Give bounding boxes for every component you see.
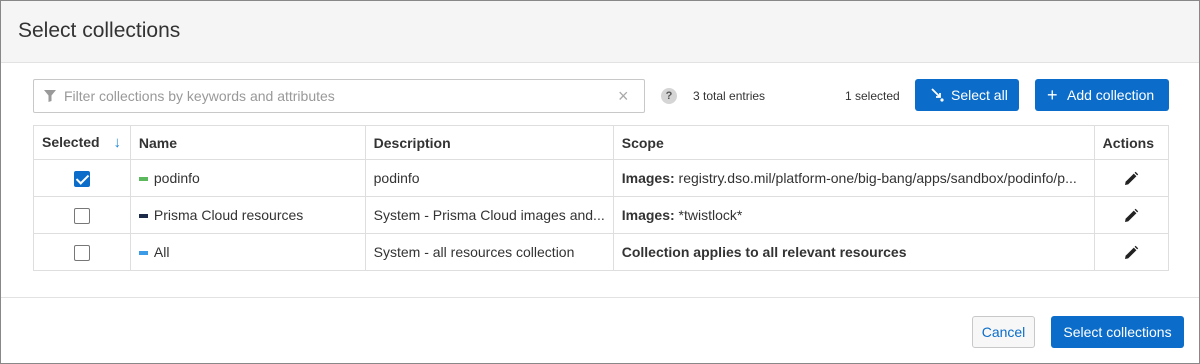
column-header-selected[interactable]: Selected ↓	[33, 125, 131, 160]
actions-cell	[1093, 196, 1170, 234]
collection-name: Prisma Cloud resources	[153, 207, 304, 223]
scope-value: registry.dso.mil/platform-one/big-bang/a…	[674, 170, 1077, 186]
arrow-down-icon: ↓	[113, 134, 121, 151]
column-header-actions: Actions	[1093, 125, 1170, 160]
column-header-description[interactable]: Description	[364, 125, 614, 160]
collection-color-chip	[138, 177, 148, 182]
select-all-label: Select all	[951, 87, 1008, 103]
total-entries-count: 3 total entries	[693, 89, 766, 103]
scope-value: Collection applies to all relevant resou…	[621, 244, 907, 260]
dialog-footer: Cancel Select collections	[1, 297, 1199, 363]
select-collections-dialog: Select collections × ? 3 total entries 1…	[0, 0, 1200, 364]
select-cursor-icon	[931, 88, 944, 102]
select-cell	[33, 196, 131, 234]
scope-value: *twistlock*	[674, 207, 743, 223]
select-collections-button[interactable]: Select collections	[1051, 316, 1184, 348]
row-checkbox[interactable]	[73, 244, 90, 261]
scope-cell: Collection applies to all relevant resou…	[612, 233, 1095, 271]
scope-cell: Images: registry.dso.mil/platform-one/bi…	[612, 159, 1095, 197]
collections-table: Selected ↓ Name Description Scope Action…	[33, 125, 1170, 271]
add-collection-button[interactable]: + Add collection	[1035, 79, 1169, 111]
help-icon[interactable]: ?	[661, 88, 677, 104]
collection-color-chip	[138, 214, 148, 219]
selected-count: 1 selected	[845, 89, 900, 103]
select-all-button[interactable]: Select all	[915, 79, 1019, 111]
select-cell	[33, 233, 131, 271]
description-cell: System - Prisma Cloud images and...	[364, 196, 614, 234]
scope-cell: Images: *twistlock*	[612, 196, 1095, 234]
header-selected-label: Selected	[42, 134, 100, 150]
collection-name: All	[153, 244, 170, 260]
actions-cell	[1093, 233, 1170, 271]
scope-label: Images:	[621, 170, 675, 186]
row-checkbox[interactable]	[73, 207, 90, 224]
name-cell: All	[129, 233, 366, 271]
actions-cell	[1093, 159, 1170, 197]
pencil-icon[interactable]	[1123, 171, 1139, 187]
filter-icon	[44, 90, 56, 102]
table-row[interactable]: All System - all resources collection Coll…	[33, 233, 1170, 271]
table-header-row: Selected ↓ Name Description Scope Action…	[33, 125, 1170, 160]
description-cell: System - all resources collection	[364, 233, 614, 271]
select-cell	[33, 159, 131, 197]
table-row[interactable]: Prisma Cloud resources System - Prisma Cl…	[33, 196, 1170, 234]
collection-color-chip	[138, 251, 148, 256]
collection-name: podinfo	[153, 170, 200, 186]
name-cell: Prisma Cloud resources	[129, 196, 366, 234]
dialog-title: Select collections	[18, 19, 181, 42]
filter-input[interactable]	[64, 80, 609, 112]
dialog-header: Select collections	[1, 1, 1199, 63]
row-checkbox[interactable]	[73, 170, 90, 187]
pencil-icon[interactable]	[1123, 245, 1139, 261]
name-cell: podinfo	[129, 159, 366, 197]
plus-icon: +	[1047, 85, 1058, 105]
column-header-scope[interactable]: Scope	[612, 125, 1095, 160]
column-header-name[interactable]: Name	[129, 125, 366, 160]
add-collection-label: Add collection	[1067, 87, 1155, 103]
filter-box: ×	[33, 79, 645, 113]
toolbar: × ? 3 total entries 1 selected Select al…	[1, 63, 1199, 125]
table-row[interactable]: podinfo podinfo Images: registry.dso.mil/p…	[33, 159, 1170, 197]
pencil-icon[interactable]	[1123, 208, 1139, 224]
close-icon[interactable]: ×	[618, 86, 629, 106]
description-cell: podinfo	[364, 159, 614, 197]
scope-label: Images:	[621, 207, 675, 223]
cancel-button[interactable]: Cancel	[972, 316, 1035, 348]
